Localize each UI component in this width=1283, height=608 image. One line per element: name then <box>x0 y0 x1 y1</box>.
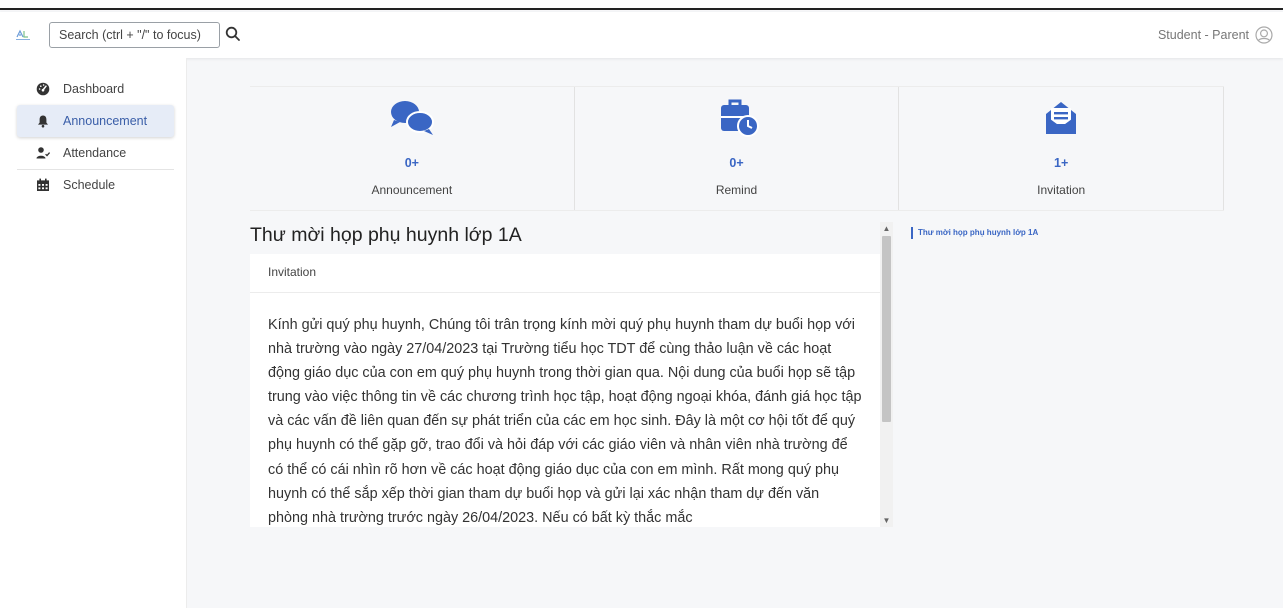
top-border <box>0 0 1283 10</box>
stat-count: 0+ <box>404 156 419 170</box>
sidebar-item-label: Dashboard <box>63 82 125 96</box>
scrollbar-thumb[interactable] <box>882 236 891 422</box>
user-check-icon <box>36 147 50 159</box>
sidebar: Dashboard Announcement Attendance Schedu… <box>0 58 187 608</box>
top-header: Student - Parent <box>0 12 1283 58</box>
announcement-title: Thư mời họp phụ huynh lớp 1A <box>250 224 522 246</box>
announcement-category: Invitation <box>250 254 880 293</box>
envelope-open-icon <box>1046 102 1077 134</box>
briefcase-clock-icon <box>720 99 759 137</box>
announcement-body: Kính gửi quý phụ huynh, Chúng tôi trân t… <box>268 317 862 526</box>
stat-count: 0+ <box>729 156 744 170</box>
stat-invitation[interactable]: 1+ Invitation <box>899 87 1225 210</box>
dashboard-icon <box>36 82 50 96</box>
user-avatar-icon[interactable] <box>1255 26 1273 44</box>
user-role-label: Student - Parent <box>1157 28 1249 42</box>
comments-icon <box>390 101 434 135</box>
toc-link[interactable]: Thư mời họp phụ huynh lớp 1A <box>911 227 1038 239</box>
sidebar-item-label: Announcement <box>63 114 148 128</box>
calendar-icon <box>37 178 49 191</box>
stats-panel: 0+ Announcement 0+ Remind 1+ Invitation <box>250 86 1225 211</box>
stat-announcement[interactable]: 0+ Announcement <box>250 87 575 210</box>
stat-count: 1+ <box>1054 156 1069 170</box>
announcement-detail: Thư mời họp phụ huynh lớp 1A Invitation … <box>250 222 893 527</box>
stat-label: Remind <box>715 183 758 197</box>
stat-label: Invitation <box>1037 183 1086 197</box>
sidebar-item-dashboard[interactable]: Dashboard <box>17 73 174 105</box>
sidebar-item-label: Schedule <box>63 178 116 192</box>
sidebar-item-announcement[interactable]: Announcement <box>17 105 174 137</box>
search-icon[interactable] <box>224 25 242 43</box>
detail-scrollbar[interactable]: ▲ ▼ <box>880 222 893 527</box>
search-input[interactable] <box>49 22 220 48</box>
app-logo-icon[interactable] <box>16 27 30 41</box>
bell-icon <box>38 115 48 128</box>
scroll-up-icon[interactable]: ▲ <box>880 222 893 235</box>
announcement-card: Invitation Kính gửi quý phụ huynh, Chúng… <box>250 254 880 527</box>
sidebar-item-label: Attendance <box>63 146 127 160</box>
stat-remind[interactable]: 0+ Remind <box>575 87 900 210</box>
sidebar-item-attendance[interactable]: Attendance <box>17 137 174 169</box>
user-menu[interactable]: Student - Parent <box>1158 25 1273 45</box>
stat-label: Announcement <box>371 183 453 197</box>
sidebar-item-schedule[interactable]: Schedule <box>17 169 174 201</box>
scroll-down-icon[interactable]: ▼ <box>880 514 893 527</box>
